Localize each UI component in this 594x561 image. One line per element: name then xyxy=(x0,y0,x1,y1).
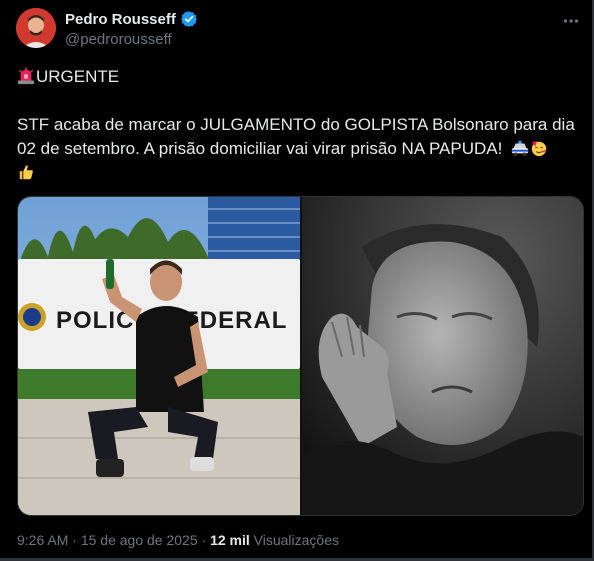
verified-badge-icon xyxy=(180,11,197,27)
author-handle[interactable]: @pedrorousseff xyxy=(65,31,172,48)
tweet-card: Pedro Rousseff @pedrorousseff URGENTE ST… xyxy=(0,0,594,561)
author-display-name[interactable]: Pedro Rousseff xyxy=(65,11,176,28)
tweet-line-2: STF acaba de marcar o JULGAMENTO do GOLP… xyxy=(17,115,575,134)
tweet-line-3: 02 de setembro. A prisão domiciliar vai … xyxy=(17,137,582,161)
thumbs-up-emoji xyxy=(19,165,33,180)
siren-emoji xyxy=(17,67,35,85)
tweet-urgent-label: URGENTE xyxy=(36,67,120,86)
tweet-line-1: URGENTE xyxy=(17,65,582,89)
tweet-line-3-text: 02 de setembro. A prisão domiciliar vai … xyxy=(17,139,503,158)
meta-separator: · xyxy=(72,532,77,548)
views-count: 12 mil xyxy=(210,532,250,548)
tweet-line-4 xyxy=(17,161,582,185)
avatar[interactable] xyxy=(16,8,56,48)
tweet-time[interactable]: 9:26 AM xyxy=(17,532,68,548)
partying-face-emoji xyxy=(531,140,547,157)
photo-crying-man[interactable] xyxy=(302,197,583,515)
author-name-row: Pedro Rousseff xyxy=(65,10,198,28)
views-label: Visualizações xyxy=(253,532,340,548)
tweet-text: URGENTE STF acaba de marcar o JULGAMENTO… xyxy=(17,65,582,185)
photo-police-building[interactable]: POLICIA FEDERAL xyxy=(18,197,300,515)
tweet-meta: 9:26 AM · 15 de ago de 2025 · 12 mil Vis… xyxy=(17,532,339,548)
meta-separator-2: · xyxy=(201,532,207,548)
police-car-emoji xyxy=(511,140,529,157)
tweet-media[interactable]: POLICIA FEDERAL xyxy=(17,196,584,516)
more-horizontal-icon[interactable] xyxy=(562,12,580,30)
tweet-date[interactable]: 15 de ago de 2025 xyxy=(81,532,198,548)
